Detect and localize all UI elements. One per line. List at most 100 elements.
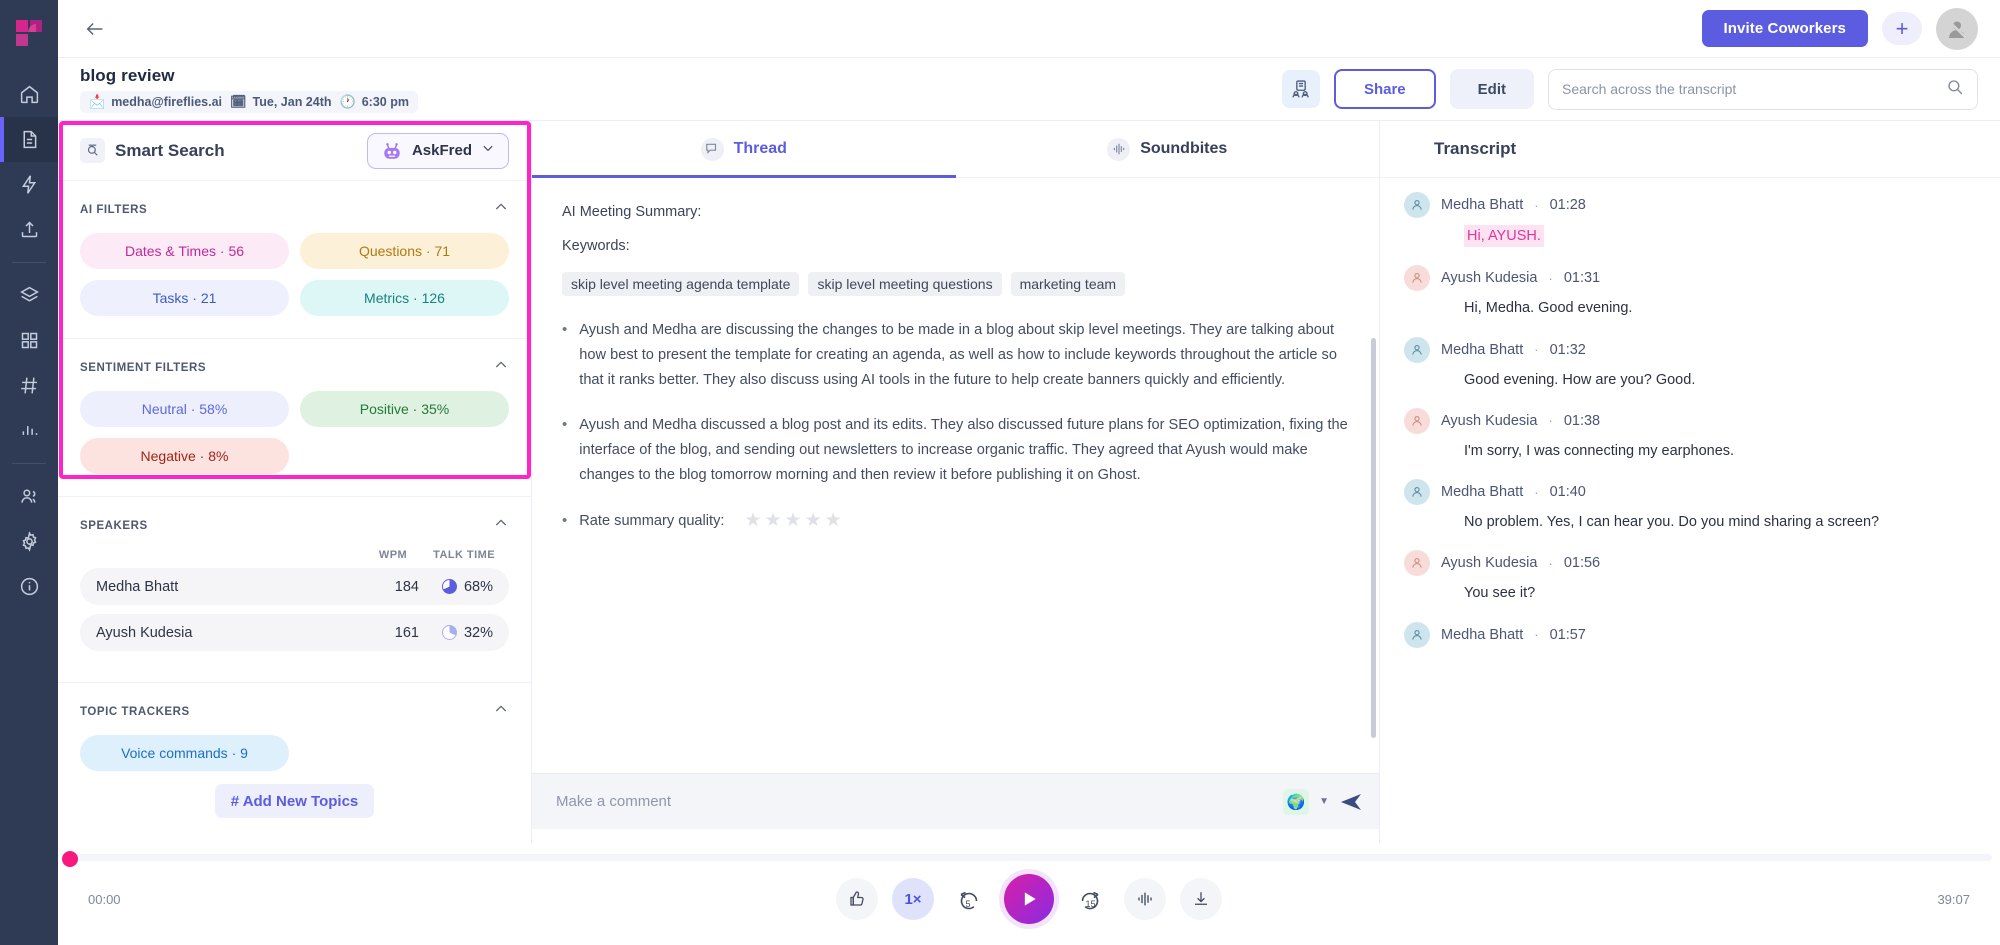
speaker-row[interactable]: Medha Bhatt 184 68%	[80, 568, 509, 605]
rating-star[interactable]: ★	[744, 511, 761, 530]
transcript-item[interactable]: Medha Bhatt · 01:40 No problem. Yes, I can …	[1404, 479, 1976, 532]
thread-scrollbar[interactable]	[1371, 338, 1376, 738]
play-button[interactable]	[1004, 874, 1054, 924]
ai-filter-pill[interactable]: Metrics · 126	[300, 280, 509, 316]
talktime-column-header: TALK TIME	[433, 549, 495, 561]
tab-soundbites[interactable]: Soundbites	[956, 121, 1380, 177]
transcript-item[interactable]: Medha Bhatt · 01:57	[1404, 621, 1976, 660]
sidebar-item-apps[interactable]	[0, 318, 58, 363]
sidebar-item-channels[interactable]	[0, 363, 58, 408]
transcript-timestamp[interactable]: 01:32	[1550, 342, 1586, 358]
ai-filter-pill[interactable]: Tasks · 21	[80, 280, 289, 316]
askfred-dropdown[interactable]: AskFred	[366, 132, 509, 169]
keyword-chip[interactable]: marketing team	[1010, 272, 1126, 296]
rating-star[interactable]: ★	[785, 511, 802, 530]
add-button[interactable]: +	[1882, 12, 1922, 45]
transcript-text: Hi, Medha. Good evening.	[1464, 300, 1633, 317]
keyword-chip[interactable]: skip level meeting questions	[808, 272, 1002, 296]
add-new-topics-button[interactable]: # Add New Topics	[214, 784, 375, 818]
transcript-timestamp[interactable]: 01:31	[1564, 270, 1600, 286]
send-button[interactable]	[1339, 790, 1363, 814]
sentiment-filter-pill[interactable]: Negative · 8%	[80, 438, 289, 474]
chevron-up-icon[interactable]	[493, 199, 509, 220]
transcript-item[interactable]: Ayush Kudesia · 01:38 I'm sorry, I was conn…	[1404, 407, 1976, 461]
transcript-timestamp[interactable]: 01:56	[1564, 555, 1600, 571]
transcript-item[interactable]: Ayush Kudesia · 01:31 Hi, Medha. Good eveni…	[1404, 265, 1976, 318]
summary-bullet: • Ayush and Medha discussed a blog post …	[562, 413, 1349, 488]
rating-star[interactable]: ★	[805, 511, 822, 530]
forward-15-icon[interactable]: 15	[1068, 878, 1110, 920]
rating-star[interactable]: ★	[825, 511, 842, 530]
sidebar-item-library[interactable]	[0, 273, 58, 318]
transcript-item[interactable]: Medha Bhatt · 01:32 Good evening. How are y…	[1404, 336, 1976, 390]
ai-filter-pill[interactable]: Dates & Times · 56	[80, 233, 289, 269]
meeting-owner-label: medha@fireflies.ai	[111, 94, 223, 109]
chevron-down-icon[interactable]: ▼	[1319, 796, 1329, 807]
transcript-timestamp[interactable]: 01:57	[1550, 627, 1586, 643]
ai-filter-pill[interactable]: Questions · 71	[300, 233, 509, 269]
separator-dot: ·	[1534, 197, 1539, 213]
sentiment-filter-pill[interactable]: Positive · 35%	[300, 391, 509, 427]
separator-dot: ·	[1548, 555, 1553, 571]
rating-stars[interactable]: ★ ★ ★ ★ ★	[744, 511, 841, 530]
sidebar-item-team[interactable]	[0, 474, 58, 519]
transcript-item[interactable]: Ayush Kudesia · 01:56 You see it?	[1404, 550, 1976, 603]
tab-thread[interactable]: Thread	[532, 121, 956, 178]
sidebar-item-analytics[interactable]	[0, 408, 58, 453]
topic-pill[interactable]: Voice commands · 9	[80, 735, 289, 771]
speed-button[interactable]: 1×	[892, 878, 934, 920]
speaker-row[interactable]: Ayush Kudesia 161 32%	[80, 614, 509, 651]
summary-bullet: • Ayush and Medha are discussing the chan…	[562, 318, 1349, 393]
back-arrow-icon[interactable]	[80, 14, 110, 44]
meeting-owner: 📩 medha@fireflies.ai	[89, 95, 222, 109]
rating-star[interactable]: ★	[765, 511, 782, 530]
avatar[interactable]	[1936, 7, 1978, 50]
meeting-meta: blog review 📩 medha@fireflies.ai 🗓 Tue, …	[80, 66, 418, 113]
sidebar-item-automation[interactable]	[0, 162, 58, 207]
sidebar-item-upload[interactable]	[0, 207, 58, 252]
transcript-meta: Medha Bhatt · 01:28	[1404, 192, 1976, 218]
transcript-speaker: Medha Bhatt	[1441, 484, 1524, 501]
top-bar: Invite Coworkers +	[58, 0, 2000, 58]
speaker-avatar	[1404, 336, 1430, 363]
attendees-icon[interactable]	[1281, 70, 1320, 108]
meeting-time-label: 6:30 pm	[361, 94, 409, 109]
sidebar-item-help[interactable]	[0, 564, 58, 609]
fireflies-logo[interactable]	[12, 16, 46, 50]
transcript-meta: Ayush Kudesia · 01:31	[1404, 265, 1976, 292]
sidebar-item-settings[interactable]	[0, 519, 58, 564]
rewind-5-icon[interactable]: 5	[948, 878, 990, 920]
sidebar-item-home[interactable]	[0, 72, 58, 117]
chevron-up-icon[interactable]	[493, 515, 509, 536]
share-button[interactable]: Share	[1333, 69, 1436, 109]
transcript-item[interactable]: Medha Bhatt · 01:28 Hi, AYUSH.	[1404, 192, 1976, 248]
transcript-search[interactable]	[1548, 68, 1978, 110]
meeting-date-label: Tue, Jan 24th	[252, 94, 332, 109]
timeline-track[interactable]	[66, 854, 1992, 861]
thumbs-up-icon[interactable]	[836, 878, 878, 920]
topic-trackers-title: TOPIC TRACKERS	[80, 705, 190, 718]
comment-input[interactable]	[556, 793, 1274, 810]
edit-button[interactable]: Edit	[1449, 69, 1534, 109]
transcript-timestamp[interactable]: 01:38	[1564, 413, 1600, 429]
speakers-section: SPEAKERS WPM TALK TIME Medha Bhatt 184 68%…	[58, 497, 531, 666]
thread-tabs: Thread Soundbites	[532, 121, 1379, 178]
chevron-up-icon[interactable]	[493, 357, 509, 378]
meeting-chips: 📩 medha@fireflies.ai 🗓 Tue, Jan 24th 🕐 6…	[80, 90, 418, 113]
speaker-name: Medha Bhatt	[96, 578, 179, 595]
speaker-talk-value: 32%	[463, 624, 493, 641]
chevron-up-icon[interactable]	[493, 701, 509, 722]
transcript-header: Transcript	[1380, 121, 2000, 178]
keyword-chip[interactable]: skip level meeting agenda template	[562, 272, 800, 296]
transcript-icon	[1404, 137, 1423, 161]
timeline[interactable]	[58, 851, 2000, 867]
globe-icon[interactable]: 🌍	[1283, 788, 1310, 815]
sidebar-item-notes[interactable]	[0, 117, 58, 162]
transcript-timestamp[interactable]: 01:28	[1550, 197, 1586, 213]
search-input[interactable]	[1562, 81, 1938, 97]
waveform-icon[interactable]	[1124, 878, 1166, 920]
invite-coworkers-button[interactable]: Invite Coworkers	[1701, 10, 1868, 47]
transcript-timestamp[interactable]: 01:40	[1550, 484, 1586, 500]
download-icon[interactable]	[1180, 878, 1222, 920]
sentiment-filter-pill[interactable]: Neutral · 58%	[80, 391, 289, 427]
